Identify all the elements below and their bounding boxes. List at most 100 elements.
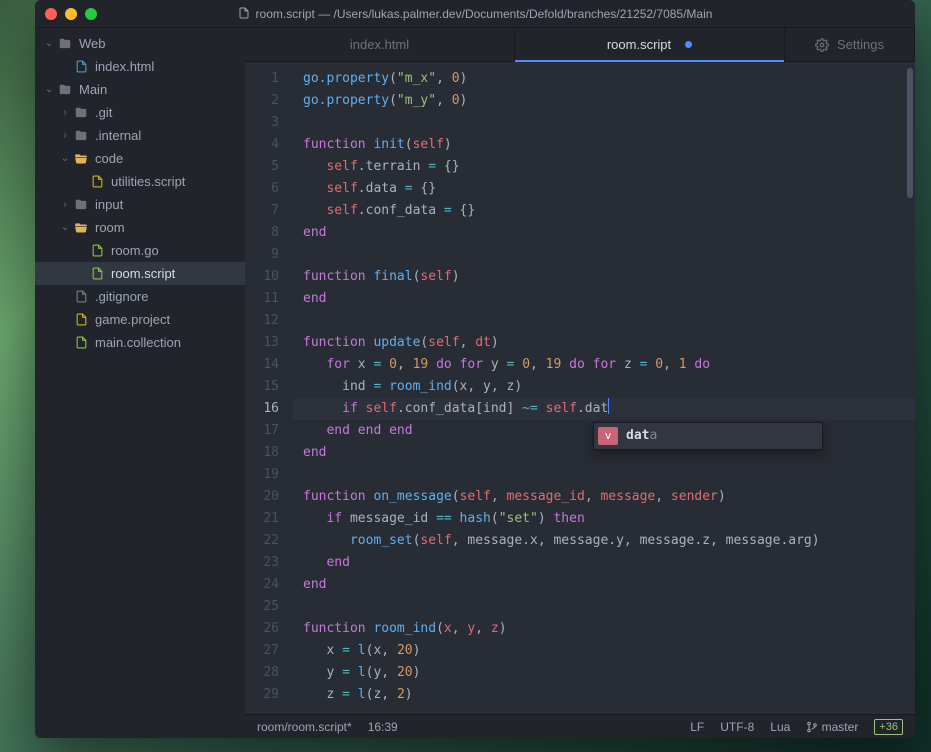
code-line[interactable]: function on_message(self, message_id, me… bbox=[293, 486, 915, 508]
tree-item-game.project[interactable]: game.project bbox=[35, 308, 245, 331]
code-line[interactable]: z = l(z, 2) bbox=[293, 684, 915, 706]
code-line[interactable] bbox=[293, 112, 915, 134]
tree-item-Main[interactable]: ⌄Main bbox=[35, 78, 245, 101]
file-icon bbox=[89, 244, 105, 257]
line-number: 1 bbox=[245, 68, 293, 90]
code-line[interactable]: for x = 0, 19 do for y = 0, 19 do for z … bbox=[293, 354, 915, 376]
code-line[interactable]: x = l(x, 20) bbox=[293, 640, 915, 662]
autocomplete-popup[interactable]: v data bbox=[593, 422, 823, 450]
tree-item-utilities.script[interactable]: utilities.script bbox=[35, 170, 245, 193]
code-line[interactable]: function room_ind(x, y, z) bbox=[293, 618, 915, 640]
status-language[interactable]: Lua bbox=[770, 720, 790, 734]
tab-label: index.html bbox=[350, 37, 409, 52]
tab-index.html[interactable]: index.html bbox=[245, 28, 515, 61]
code-line[interactable]: end bbox=[293, 574, 915, 596]
tree-label: input bbox=[95, 197, 123, 212]
tree-label: Web bbox=[79, 36, 106, 51]
minimize-button[interactable] bbox=[65, 8, 77, 20]
code-line[interactable]: y = l(y, 20) bbox=[293, 662, 915, 684]
line-number: 14 bbox=[245, 354, 293, 376]
line-number: 7 bbox=[245, 200, 293, 222]
close-button[interactable] bbox=[45, 8, 57, 20]
code-line[interactable]: function update(self, dt) bbox=[293, 332, 915, 354]
code-line[interactable]: end bbox=[293, 552, 915, 574]
tree-item-room[interactable]: ⌄room bbox=[35, 216, 245, 239]
tree-item-main.collection[interactable]: main.collection bbox=[35, 331, 245, 354]
code-line[interactable] bbox=[293, 244, 915, 266]
code-line[interactable]: end bbox=[293, 288, 915, 310]
status-file[interactable]: room/room.script* bbox=[257, 720, 352, 734]
status-diff[interactable]: +36 bbox=[874, 719, 903, 735]
folder-icon bbox=[73, 221, 89, 235]
tab-settings[interactable]: Settings bbox=[785, 28, 915, 61]
code-line[interactable]: function final(self) bbox=[293, 266, 915, 288]
maximize-button[interactable] bbox=[85, 8, 97, 20]
folder-icon bbox=[73, 198, 89, 212]
tree-item-code[interactable]: ⌄code bbox=[35, 147, 245, 170]
line-number: 9 bbox=[245, 244, 293, 266]
line-number: 13 bbox=[245, 332, 293, 354]
line-number: 2 bbox=[245, 90, 293, 112]
file-icon bbox=[73, 60, 89, 73]
statusbar: room/room.script* 16:39 LF UTF-8 Lua mas… bbox=[245, 714, 915, 738]
line-number: 10 bbox=[245, 266, 293, 288]
status-line-ending[interactable]: LF bbox=[690, 720, 704, 734]
tree-item-input[interactable]: ›input bbox=[35, 193, 245, 216]
tree-item-room.script[interactable]: room.script bbox=[35, 262, 245, 285]
window-title: room.script — /Users/lukas.palmer.dev/Do… bbox=[35, 7, 915, 21]
code-line[interactable]: self.conf_data = {} bbox=[293, 200, 915, 222]
code[interactable]: go.property("m_x", 0)go.property("m_y", … bbox=[293, 62, 915, 714]
line-number: 20 bbox=[245, 486, 293, 508]
code-line[interactable] bbox=[293, 310, 915, 332]
code-line[interactable]: self.terrain = {} bbox=[293, 156, 915, 178]
git-branch-icon bbox=[806, 721, 818, 733]
line-number: 17 bbox=[245, 420, 293, 442]
code-line[interactable] bbox=[293, 464, 915, 486]
tree-label: room.go bbox=[111, 243, 159, 258]
code-line[interactable]: function init(self) bbox=[293, 134, 915, 156]
gutter: 1234567891011121314151617181920212223242… bbox=[245, 62, 293, 714]
code-area[interactable]: 1234567891011121314151617181920212223242… bbox=[245, 62, 915, 714]
folder-icon bbox=[57, 37, 73, 51]
tree-label: room bbox=[95, 220, 125, 235]
line-number: 11 bbox=[245, 288, 293, 310]
file-icon bbox=[73, 336, 89, 349]
status-position[interactable]: 16:39 bbox=[368, 720, 398, 734]
code-line[interactable]: go.property("m_y", 0) bbox=[293, 90, 915, 112]
tab-room.script[interactable]: room.script bbox=[515, 28, 785, 61]
code-line[interactable]: self.data = {} bbox=[293, 178, 915, 200]
line-number: 26 bbox=[245, 618, 293, 640]
tree-item-index.html[interactable]: index.html bbox=[35, 55, 245, 78]
code-line[interactable]: if self.conf_data[ind] ~= self.dat bbox=[293, 398, 915, 420]
tree-item-.git[interactable]: ›.git bbox=[35, 101, 245, 124]
code-line[interactable]: room_set(self, message.x, message.y, mes… bbox=[293, 530, 915, 552]
line-number: 3 bbox=[245, 112, 293, 134]
code-line[interactable] bbox=[293, 596, 915, 618]
tree-item-.internal[interactable]: ›.internal bbox=[35, 124, 245, 147]
tree-label: room.script bbox=[111, 266, 175, 281]
sidebar[interactable]: ⌄Web index.html ⌄Main ›.git ›.internal ⌄… bbox=[35, 28, 245, 738]
titlebar: room.script — /Users/lukas.palmer.dev/Do… bbox=[35, 0, 915, 28]
tree-item-room.go[interactable]: room.go bbox=[35, 239, 245, 262]
code-line[interactable]: go.property("m_x", 0) bbox=[293, 68, 915, 90]
code-line[interactable]: end bbox=[293, 222, 915, 244]
status-branch[interactable]: master bbox=[806, 720, 858, 734]
tree-label: code bbox=[95, 151, 123, 166]
tree-label: index.html bbox=[95, 59, 154, 74]
status-encoding[interactable]: UTF-8 bbox=[720, 720, 754, 734]
line-number: 12 bbox=[245, 310, 293, 332]
folder-icon bbox=[73, 106, 89, 120]
file-icon bbox=[89, 267, 105, 280]
line-number: 18 bbox=[245, 442, 293, 464]
scrollbar[interactable] bbox=[907, 68, 913, 198]
folder-icon bbox=[73, 129, 89, 143]
tree-item-.gitignore[interactable]: .gitignore bbox=[35, 285, 245, 308]
file-icon bbox=[89, 175, 105, 188]
tree-item-Web[interactable]: ⌄Web bbox=[35, 32, 245, 55]
autocomplete-item[interactable]: v data bbox=[594, 423, 822, 449]
editor-window: room.script — /Users/lukas.palmer.dev/Do… bbox=[35, 0, 915, 738]
cursor bbox=[608, 398, 609, 414]
code-line[interactable]: ind = room_ind(x, y, z) bbox=[293, 376, 915, 398]
tree-label: game.project bbox=[95, 312, 170, 327]
code-line[interactable]: if message_id == hash("set") then bbox=[293, 508, 915, 530]
